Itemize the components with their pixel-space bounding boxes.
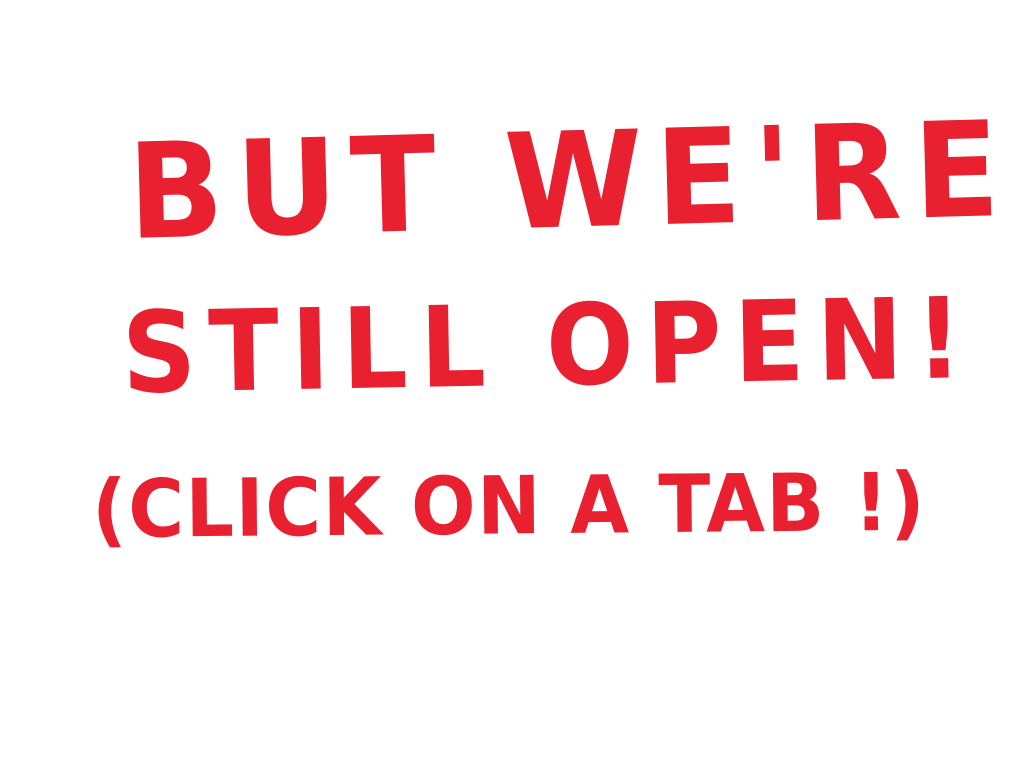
headline-line-2: STILL OPEN! (120, 274, 976, 419)
whiteboard-canvas: BUT WE'RE STILL OPEN! (CLICK ON A TAB !) (0, 0, 1024, 768)
headline-line-1: BUT WE'RE (125, 92, 1014, 270)
instruction-line: (CLICK ON A TAB !) (91, 455, 927, 556)
